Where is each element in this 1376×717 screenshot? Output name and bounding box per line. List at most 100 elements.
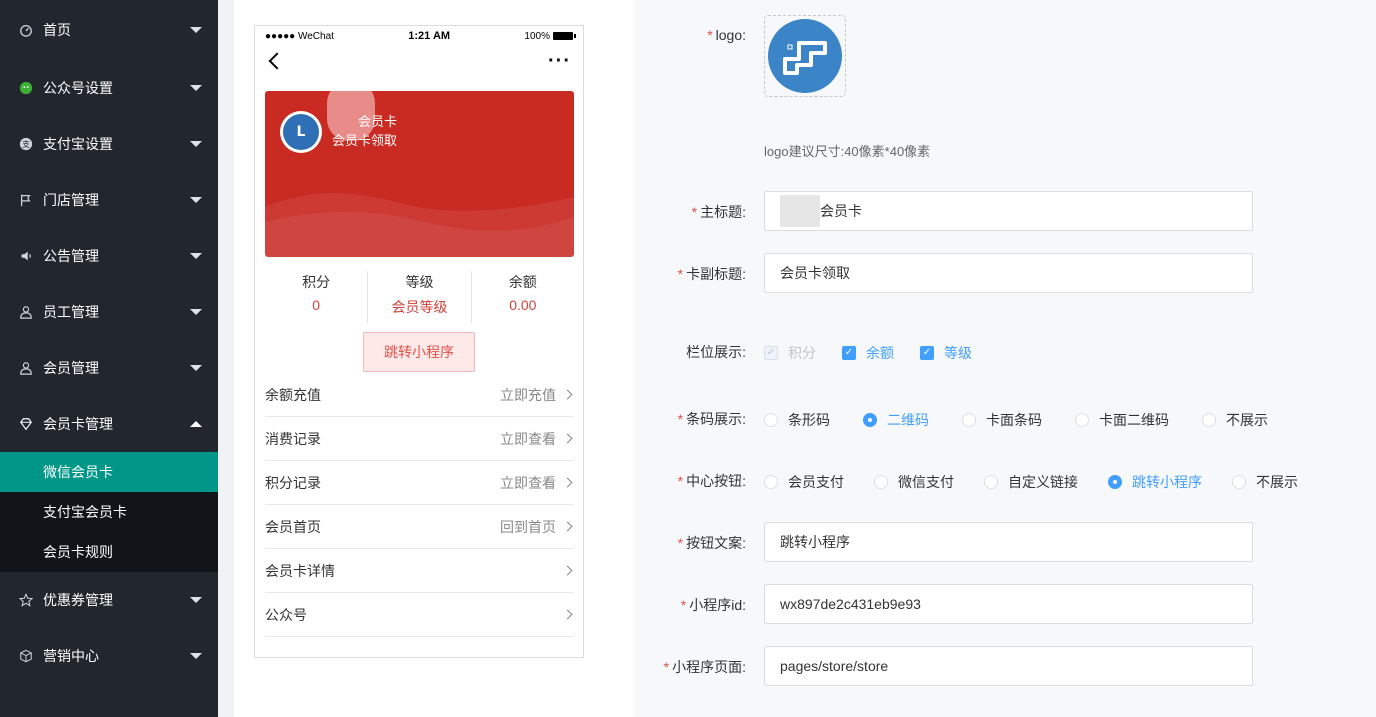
list-item[interactable]: 余额充值 立即充值 [265, 373, 574, 417]
sidebar-item-label: 会员管理 [43, 360, 99, 376]
fields-checkbox-group: ✓ 积分 ✓ 余额 ✓ 等级 [764, 343, 998, 363]
chevron-down-icon [190, 253, 202, 259]
radio-dot [1232, 475, 1246, 489]
radio-miniprogram[interactable]: 跳转小程序 [1108, 472, 1202, 492]
radio-label: 二维码 [887, 412, 929, 428]
list-item-action: 立即查看 [500, 474, 556, 491]
appid-label: * 小程序id: [681, 595, 746, 615]
member-card-submenu: 微信会员卡 支付宝会员卡 会员卡规则 [0, 452, 218, 572]
radio-card-qrcode[interactable]: 卡面二维码 [1075, 410, 1169, 430]
subtitle-label: * 卡副标题: [678, 264, 746, 284]
logo-icon: L [283, 114, 319, 150]
sidebar-item-notice[interactable]: 公告管理 [0, 228, 218, 284]
chevron-right-icon [562, 521, 573, 532]
radio-barcode[interactable]: 条形码 [764, 410, 830, 430]
radio-custom-link[interactable]: 自定义链接 [984, 472, 1078, 492]
checkbox-label: 积分 [788, 345, 816, 361]
sidebar-subitem-alipay-card[interactable]: 支付宝会员卡 [0, 492, 218, 532]
card-subtitle: 会员卡领取 [332, 133, 398, 148]
jump-miniprogram-button[interactable]: 跳转小程序 [363, 332, 475, 372]
list-item[interactable]: 公众号 [265, 593, 574, 637]
center-radio-group: 会员支付 微信支付 自定义链接 跳转小程序 不展示 [764, 472, 1298, 492]
privacy-mask [780, 194, 820, 227]
radio-card-barcode[interactable]: 卡面条码 [962, 410, 1042, 430]
sidebar-item-label: 营销中心 [43, 648, 99, 664]
subtitle-input[interactable]: 会员卡领取 [764, 253, 1253, 293]
back-icon[interactable] [268, 52, 286, 70]
radio-code-none[interactable]: 不展示 [1202, 410, 1268, 430]
title-label: * 主标题: [692, 202, 746, 222]
sidebar-item-members[interactable]: 会员管理 [0, 340, 218, 396]
code-radio-group: 条形码 二维码 卡面条码 卡面二维码 不展示 [764, 410, 1268, 430]
appid-input[interactable]: wx897de2c431eb9e93 [764, 584, 1253, 624]
sidebar-item-staff[interactable]: 员工管理 [0, 284, 218, 340]
sidebar-subitem-wechat-card[interactable]: 微信会员卡 [0, 452, 218, 492]
card-logo: L [280, 111, 322, 153]
required-mark: * [677, 411, 684, 427]
chevron-down-icon [190, 653, 202, 659]
required-mark: * [677, 266, 684, 282]
chevron-right-icon [562, 477, 573, 488]
carrier-label: ●●●●● WeChat [265, 30, 334, 42]
sidebar-item-coupons[interactable]: 优惠券管理 [0, 572, 218, 628]
code-label: * 条码展示: [678, 409, 746, 429]
phone-status-bar: ●●●●● WeChat 1:21 AM 100% [255, 26, 583, 46]
sidebar-item-wechat-settings[interactable]: 公众号设置 [0, 60, 218, 116]
checkbox-balance[interactable]: ✓ 余额 [842, 343, 894, 363]
sidebar-item-home[interactable]: 首页 [0, 0, 218, 60]
radio-center-none[interactable]: 不展示 [1232, 472, 1298, 492]
card-title-block: 会员卡 会员卡领取 [332, 112, 397, 150]
more-icon[interactable]: ··· [548, 51, 571, 71]
cube-icon [18, 648, 34, 664]
battery-percent: 100% [524, 30, 550, 42]
stat-level: 等级 会员等级 [368, 271, 472, 323]
checkbox-level[interactable]: ✓ 等级 [920, 343, 972, 363]
chevron-right-icon [562, 565, 573, 576]
battery-status: 100% [524, 30, 576, 42]
list-item[interactable]: 积分记录 立即查看 [265, 461, 574, 505]
radio-qrcode[interactable]: 二维码 [863, 410, 929, 430]
list-item-action: 立即查看 [500, 430, 556, 447]
stat-value: 0.00 [509, 297, 537, 313]
card-menu-list: 余额充值 立即充值 消费记录 立即查看 积分记录 立即查看 会员首页 回到首页 会员卡详… [265, 373, 574, 637]
chevron-right-icon [562, 433, 573, 444]
radio-dot [1108, 475, 1122, 489]
sidebar-item-marketing[interactable]: 营销中心 [0, 628, 218, 684]
sidebar-item-label: 会员卡管理 [43, 416, 113, 432]
radio-label: 卡面二维码 [1099, 412, 1169, 428]
list-item[interactable]: 会员卡详情 [265, 549, 574, 593]
radio-label: 不展示 [1226, 412, 1268, 428]
checkbox-label: 等级 [944, 345, 972, 361]
sidebar-item-store[interactable]: 门店管理 [0, 172, 218, 228]
chevron-down-icon [190, 85, 202, 91]
list-item-label: 积分记录 [265, 474, 321, 491]
checkbox-points: ✓ 积分 [764, 343, 816, 363]
card-stats: 积分 0 等级 会员等级 余额 0.00 [265, 271, 574, 323]
chevron-right-icon [562, 609, 573, 620]
logo-image [768, 19, 842, 93]
logo-upload[interactable] [764, 15, 846, 97]
required-mark: * [691, 204, 698, 220]
sidebar-item-label: 门店管理 [43, 192, 99, 208]
sidebar-item-label: 公众号设置 [43, 80, 113, 96]
sidebar-subitem-card-rules[interactable]: 会员卡规则 [0, 532, 218, 572]
checkbox-box: ✓ [764, 346, 778, 360]
list-item-label: 公众号 [265, 606, 307, 623]
radio-dot [962, 413, 976, 427]
button-text-input[interactable]: 跳转小程序 [764, 522, 1253, 562]
card-preview-panel: ●●●●● WeChat 1:21 AM 100% ··· L 会员卡 会员卡领… [234, 0, 634, 717]
radio-label: 条形码 [788, 412, 830, 428]
title-input[interactable]: 会员卡 [764, 191, 1253, 231]
list-item[interactable]: 消费记录 立即查看 [265, 417, 574, 461]
chevron-down-icon [190, 197, 202, 203]
list-item-action: 回到首页 [500, 518, 556, 535]
list-item[interactable]: 会员首页 回到首页 [265, 505, 574, 549]
sidebar-item-alipay-settings[interactable]: 支 支付宝设置 [0, 116, 218, 172]
required-mark: * [677, 473, 684, 489]
page-input[interactable]: pages/store/store [764, 646, 1253, 686]
radio-wechat-pay[interactable]: 微信支付 [874, 472, 954, 492]
speaker-icon [18, 248, 34, 264]
checkbox-label: 余额 [866, 345, 894, 361]
radio-member-pay[interactable]: 会员支付 [764, 472, 844, 492]
sidebar-item-member-card[interactable]: 会员卡管理 [0, 396, 218, 452]
